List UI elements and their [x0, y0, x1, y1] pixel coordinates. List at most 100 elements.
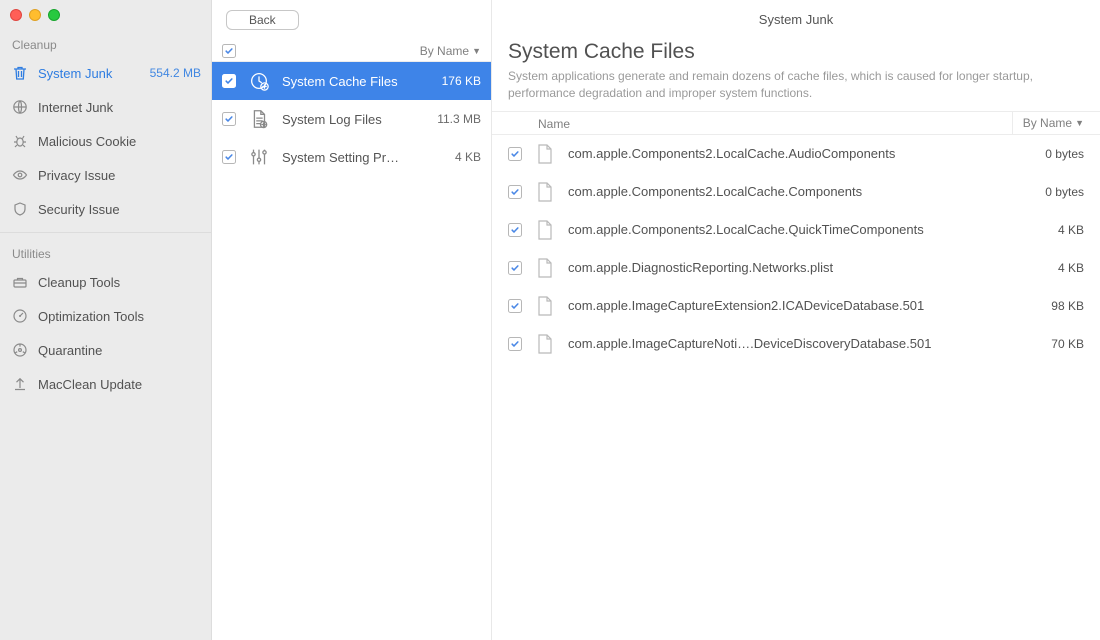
app-window: Cleanup System Junk 554.2 MB Internet Ju…	[0, 0, 1100, 640]
file-checkbox[interactable]	[508, 147, 522, 161]
file-row[interactable]: com.apple.Components2.LocalCache.QuickTi…	[492, 211, 1100, 249]
sidebar-item-label: Security Issue	[38, 202, 201, 217]
sidebar-item-label: Optimization Tools	[38, 309, 201, 324]
category-row-cache[interactable]: System Cache Files 176 KB	[212, 62, 491, 100]
sort-label: By Name	[420, 44, 469, 58]
detail-panel: System Junk System Cache Files System ap…	[492, 0, 1100, 640]
file-list: com.apple.Components2.LocalCache.AudioCo…	[492, 135, 1100, 363]
detail-header: System Cache Files System applications g…	[492, 40, 1100, 111]
category-checkbox[interactable]	[222, 74, 236, 88]
middle-header: Back	[212, 0, 491, 40]
quarantine-icon	[12, 342, 28, 358]
chevron-down-icon: ▼	[1075, 111, 1084, 135]
sidebar-item-label: System Junk	[38, 66, 140, 81]
file-name: com.apple.DiagnosticReporting.Networks.p…	[568, 260, 1044, 275]
file-checkbox[interactable]	[508, 337, 522, 351]
file-size: 4 KB	[1058, 261, 1084, 275]
sidebar-section-cleanup: Cleanup	[0, 30, 211, 56]
file-row[interactable]: com.apple.DiagnosticReporting.Networks.p…	[492, 249, 1100, 287]
file-checkbox[interactable]	[508, 223, 522, 237]
sliders-icon	[248, 146, 270, 168]
sidebar: Cleanup System Junk 554.2 MB Internet Ju…	[0, 0, 212, 640]
close-icon[interactable]	[10, 9, 22, 21]
file-name: com.apple.Components2.LocalCache.AudioCo…	[568, 146, 1031, 161]
file-size: 98 KB	[1051, 299, 1084, 313]
category-sort-button[interactable]: By Name ▼	[420, 44, 481, 58]
file-name: com.apple.Components2.LocalCache.Compone…	[568, 184, 1031, 199]
sidebar-item-privacy-issue[interactable]: Privacy Issue	[0, 158, 211, 192]
sort-label: By Name	[1023, 111, 1072, 135]
file-row[interactable]: com.apple.ImageCaptureExtension2.ICADevi…	[492, 287, 1100, 325]
category-label: System Log Files	[282, 112, 425, 127]
category-row-log[interactable]: System Log Files 11.3 MB	[212, 100, 491, 138]
detail-description: System applications generate and remain …	[508, 68, 1084, 103]
file-checkbox[interactable]	[508, 299, 522, 313]
file-icon	[536, 181, 554, 203]
file-list-header: Name By Name ▼	[492, 111, 1100, 135]
window-controls	[0, 0, 211, 30]
file-icon	[536, 219, 554, 241]
select-all-checkbox[interactable]	[222, 44, 236, 58]
file-name: com.apple.Components2.LocalCache.QuickTi…	[568, 222, 1044, 237]
file-icon	[536, 295, 554, 317]
sidebar-item-label: MacClean Update	[38, 377, 201, 392]
sidebar-item-internet-junk[interactable]: Internet Junk	[0, 90, 211, 124]
sidebar-item-quarantine[interactable]: Quarantine	[0, 333, 211, 367]
category-label: System Cache Files	[282, 74, 430, 89]
category-checkbox[interactable]	[222, 150, 236, 164]
file-size: 4 KB	[1058, 223, 1084, 237]
file-checkbox[interactable]	[508, 185, 522, 199]
column-name[interactable]: Name	[508, 112, 1013, 134]
sidebar-item-label: Privacy Issue	[38, 168, 201, 183]
trash-icon	[12, 65, 28, 81]
file-size: 70 KB	[1051, 337, 1084, 351]
chevron-down-icon: ▼	[472, 46, 481, 56]
category-row-settings[interactable]: System Setting Pr… 4 KB	[212, 138, 491, 176]
file-name: com.apple.ImageCaptureExtension2.ICADevi…	[568, 298, 1037, 313]
sidebar-item-system-junk[interactable]: System Junk 554.2 MB	[0, 56, 211, 90]
sidebar-item-update[interactable]: MacClean Update	[0, 367, 211, 401]
sidebar-item-malicious-cookie[interactable]: Malicious Cookie	[0, 124, 211, 158]
minimize-icon[interactable]	[29, 9, 41, 21]
file-icon	[536, 143, 554, 165]
sidebar-item-label: Internet Junk	[38, 100, 201, 115]
file-icon	[536, 257, 554, 279]
file-name: com.apple.ImageCaptureNoti….DeviceDiscov…	[568, 336, 1037, 351]
log-icon	[248, 108, 270, 130]
gauge-icon	[12, 308, 28, 324]
upload-icon	[12, 376, 28, 392]
category-sort-row: By Name ▼	[212, 40, 491, 62]
sidebar-section-utilities: Utilities	[0, 239, 211, 265]
category-panel: Back By Name ▼ System Cache Files 176 KB	[212, 0, 492, 640]
sidebar-item-label: Cleanup Tools	[38, 275, 201, 290]
detail-title: System Cache Files	[508, 40, 1084, 64]
eye-icon	[12, 167, 28, 183]
file-size: 0 bytes	[1045, 147, 1084, 161]
toolbox-icon	[12, 274, 28, 290]
sidebar-item-label: Quarantine	[38, 343, 201, 358]
category-checkbox[interactable]	[222, 112, 236, 126]
file-row[interactable]: com.apple.Components2.LocalCache.AudioCo…	[492, 135, 1100, 173]
page-title: System Junk	[492, 0, 1100, 40]
column-sort-button[interactable]: By Name ▼	[1013, 112, 1084, 134]
zoom-icon[interactable]	[48, 9, 60, 21]
sidebar-item-security-issue[interactable]: Security Issue	[0, 192, 211, 226]
category-size: 4 KB	[455, 150, 481, 164]
file-row[interactable]: com.apple.ImageCaptureNoti….DeviceDiscov…	[492, 325, 1100, 363]
globe-icon	[12, 99, 28, 115]
sidebar-item-optimization-tools[interactable]: Optimization Tools	[0, 299, 211, 333]
sidebar-item-cleanup-tools[interactable]: Cleanup Tools	[0, 265, 211, 299]
sidebar-item-size: 554.2 MB	[150, 66, 201, 80]
back-button[interactable]: Back	[226, 10, 299, 30]
file-icon	[536, 333, 554, 355]
file-size: 0 bytes	[1045, 185, 1084, 199]
bug-icon	[12, 133, 28, 149]
category-size: 176 KB	[442, 74, 481, 88]
category-size: 11.3 MB	[437, 112, 481, 126]
category-label: System Setting Pr…	[282, 150, 443, 165]
cache-icon	[248, 70, 270, 92]
sidebar-divider	[0, 232, 211, 233]
file-checkbox[interactable]	[508, 261, 522, 275]
file-row[interactable]: com.apple.Components2.LocalCache.Compone…	[492, 173, 1100, 211]
shield-icon	[12, 201, 28, 217]
